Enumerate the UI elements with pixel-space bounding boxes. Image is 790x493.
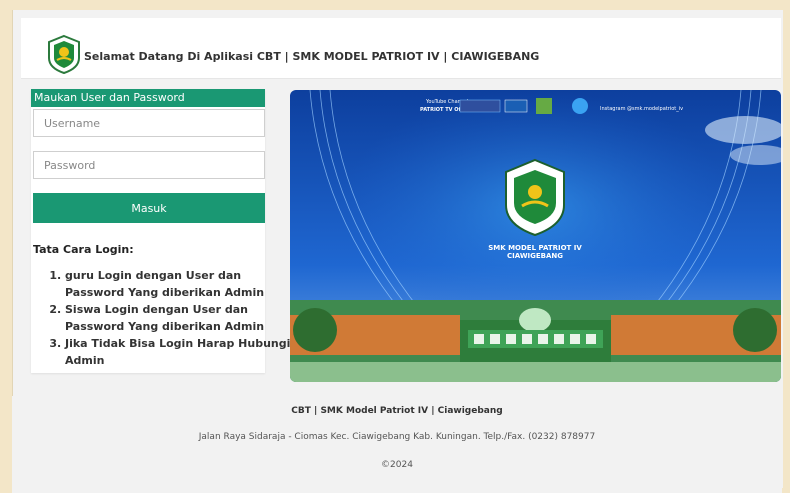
school-emblem-icon	[505, 158, 565, 237]
login-panel: Maukan User dan Password Masuk Tata Cara…	[31, 89, 290, 373]
school-banner: YouTube Channel PATRIOT TV Official Inst…	[290, 90, 781, 382]
password-input[interactable]	[33, 151, 265, 179]
banner-image: YouTube Channel PATRIOT TV Official Inst…	[290, 90, 781, 382]
login-button[interactable]: Masuk	[33, 193, 265, 223]
bkk-logo-icon	[504, 99, 528, 113]
footer-copyright: ©2024	[381, 460, 413, 470]
footer-title: CBT | SMK Model Patriot IV | Ciawigebang	[291, 406, 503, 416]
partner-logo-icon	[572, 98, 588, 114]
guide-item: Siswa Login dengan User dan Password Yan…	[65, 301, 295, 335]
instagram-text: Instagram @smk.modelpatriot_iv	[600, 106, 683, 112]
top-header: Selamat Datang Di Aplikasi CBT | SMK MOD…	[21, 18, 781, 79]
guide-title: Tata Cara Login:	[33, 243, 134, 256]
badge-logo-icon	[536, 98, 552, 114]
banner-school-line1: SMK MODEL PATRIOT IV	[488, 244, 582, 252]
login-header: Maukan User dan Password	[31, 89, 265, 107]
channel-logo-icon	[459, 99, 501, 113]
guide-item: guru Login dengan User dan Password Yang…	[65, 267, 295, 301]
page-title: Selamat Datang Di Aplikasi CBT | SMK MOD…	[84, 50, 540, 63]
guide-item: Jika Tidak Bisa Login Harap Hubungi Admi…	[65, 335, 295, 369]
footer-address: Jalan Raya Sidaraja - Ciomas Kec. Ciawig…	[198, 432, 596, 442]
guide-list: guru Login dengan User dan Password Yang…	[35, 267, 295, 369]
school-logo-icon	[48, 34, 80, 74]
footer: CBT | SMK Model Patriot IV | Ciawigebang…	[12, 396, 782, 493]
username-input[interactable]	[33, 109, 265, 137]
banner-school-line2: CIAWIGEBANG	[507, 252, 563, 260]
